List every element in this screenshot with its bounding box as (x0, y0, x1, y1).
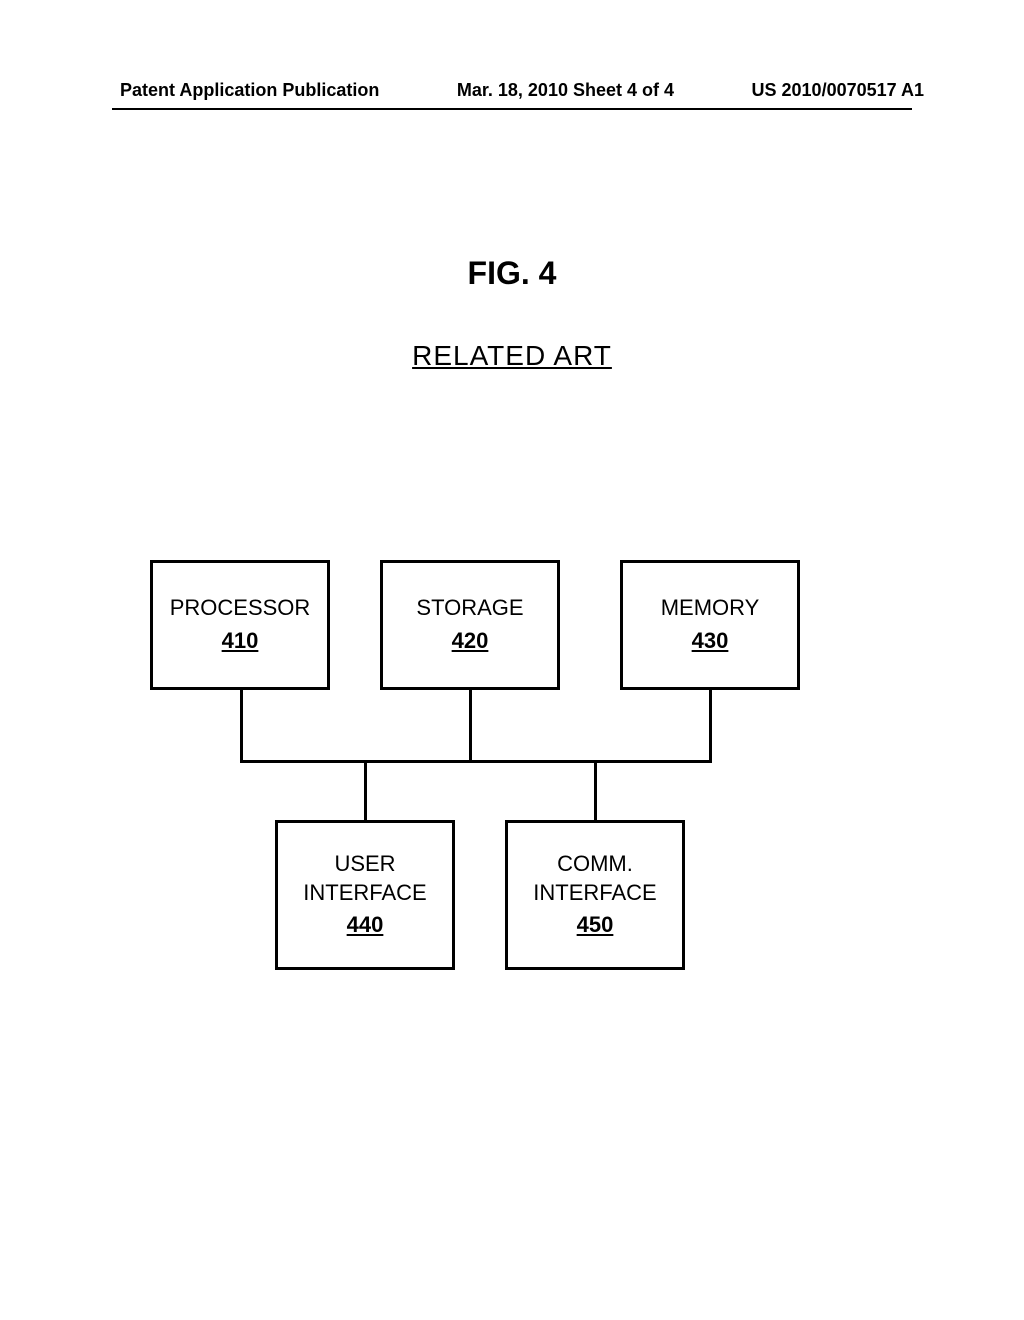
block-label: STORAGE (416, 594, 523, 623)
header-center: Mar. 18, 2010 Sheet 4 of 4 (457, 80, 674, 101)
block-label-line2: INTERFACE (533, 879, 656, 908)
block-ref: 430 (692, 627, 729, 656)
block-ref: 410 (222, 627, 259, 656)
connector-processor (240, 690, 243, 763)
header-right: US 2010/0070517 A1 (752, 80, 924, 101)
connector-memory (709, 690, 712, 763)
page-header: Patent Application Publication Mar. 18, … (0, 80, 1024, 101)
connector-user-interface (364, 760, 367, 823)
header-left: Patent Application Publication (120, 80, 379, 101)
block-ref: 440 (347, 911, 384, 940)
block-processor: PROCESSOR 410 (150, 560, 330, 690)
block-label-line2: INTERFACE (303, 879, 426, 908)
block-user-interface: USER INTERFACE 440 (275, 820, 455, 970)
figure-title: FIG. 4 (0, 255, 1024, 292)
block-label: PROCESSOR (170, 594, 311, 623)
header-rule (112, 108, 912, 110)
block-ref: 420 (452, 627, 489, 656)
block-label: MEMORY (661, 594, 760, 623)
block-memory: MEMORY 430 (620, 560, 800, 690)
block-label-line1: USER (334, 850, 395, 879)
connector-comm-interface (594, 760, 597, 823)
connector-storage (469, 690, 472, 763)
figure-subtitle: RELATED ART (0, 340, 1024, 372)
block-comm-interface: COMM. INTERFACE 450 (505, 820, 685, 970)
block-storage: STORAGE 420 (380, 560, 560, 690)
bus-line (240, 760, 710, 763)
block-ref: 450 (577, 911, 614, 940)
block-label-line1: COMM. (557, 850, 633, 879)
